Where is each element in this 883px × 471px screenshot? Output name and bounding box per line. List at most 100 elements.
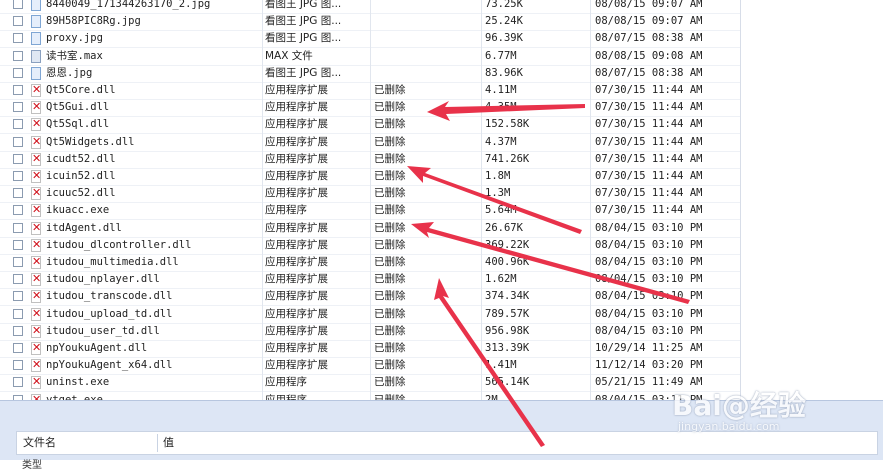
file-size: 26.67K [485,221,523,234]
deleted-file-icon [31,203,41,218]
file-name: ikuacc.exe [46,204,110,217]
file-date: 07/30/15 11:44 AM [595,170,703,182]
row-checkbox[interactable] [13,0,23,9]
file-size: 1.8M [485,170,511,182]
file-status [374,65,478,82]
file-date: 08/08/15 09:07 AM [595,15,703,28]
row-checkbox[interactable] [13,239,23,250]
row-checkbox[interactable] [13,274,23,285]
row-checkbox[interactable] [13,119,23,130]
file-size: 2M [485,393,498,400]
deleted-file-icon [31,169,41,183]
row-checkbox[interactable] [13,67,23,78]
row-checkbox[interactable] [13,308,23,319]
file-status: 已删除 [374,152,406,165]
file-type: 应用程序扩展 [265,101,328,114]
file-type: 应用程序扩展 [265,273,328,286]
row-checkbox[interactable] [13,205,23,216]
file-name: itudou_transcode.dll [46,290,173,303]
image-file-icon [31,15,41,29]
file-date: 08/04/15 03:10 PM [595,256,703,268]
file-date: 08/04/15 03:10 PM [595,307,703,320]
file-type: 应用程序扩展 [265,324,328,337]
details-column-filename[interactable]: 文件名 [23,432,56,454]
header-divider[interactable] [157,434,158,452]
file-type: MAX 文件 [265,49,313,62]
file-date: 08/04/15 03:10 PM [595,221,703,234]
file-size: 25.24K [485,15,523,28]
file-date: 08/04/15 03:10 PM [595,273,703,286]
file-status: 已删除 [374,221,406,234]
row-checkbox[interactable] [13,102,23,113]
row-checkbox[interactable] [13,377,23,388]
row-checkbox[interactable] [13,343,23,353]
file-status: 已删除 [374,256,406,268]
deleted-file-icon [31,272,41,287]
row-checkbox[interactable] [13,85,23,95]
file-type: 应用程序扩展 [265,170,328,182]
file-size: 741.26K [485,152,530,165]
file-name: npYoukuAgent.dll [46,342,148,354]
file-name: uninst.exe [46,376,110,389]
file-date: 07/30/15 11:44 AM [595,187,703,200]
file-status: 已删除 [374,238,406,251]
file-date: 07/30/15 11:44 AM [595,84,703,96]
file-size: 369.22K [485,238,530,251]
row-checkbox[interactable] [13,222,23,233]
file-status: 已删除 [374,273,406,286]
file-type: 应用程序扩展 [265,290,328,303]
row-checkbox[interactable] [13,171,23,181]
file-name: 8440049_171344263170_2.jpg [46,0,211,10]
row-checkbox[interactable] [13,257,23,267]
file-name: 读书室.max [46,49,103,62]
file-size: 1.41M [485,359,517,372]
file-status: 已删除 [374,170,406,182]
row-checkbox[interactable] [13,50,23,61]
file-date: 07/30/15 11:44 AM [595,204,703,217]
details-row-label: 类型 [22,460,42,471]
row-checkbox[interactable] [13,188,23,199]
row-checkbox[interactable] [13,33,23,44]
file-status: 已删除 [374,135,406,148]
deleted-file-icon [31,135,41,149]
file-size: 152.58K [485,118,530,131]
file-type: 应用程序扩展 [265,342,328,354]
row-checkbox[interactable] [13,153,23,164]
file-name: itudou_user_td.dll [46,324,160,337]
deleted-file-icon [31,307,41,321]
file-name: 恩恩.jpg [46,66,93,79]
deleted-file-icon [31,289,41,304]
details-column-value[interactable]: 值 [163,432,174,454]
file-status: 已删除 [374,307,406,320]
file-size: 565.14K [485,376,530,389]
details-panel: 文件名 值 类型 [0,400,883,471]
file-type: 看图王 JPG 图... [265,0,342,10]
file-status: 已删除 [374,324,406,337]
deleted-file-icon [31,117,41,132]
file-size: 1.62M [485,273,517,286]
file-name: icudt52.dll [46,152,116,165]
row-checkbox[interactable] [13,136,23,147]
file-size: 4.37M [485,135,517,148]
file-status: 已删除 [374,84,406,96]
file-name: itudou_nplayer.dll [46,273,160,286]
file-size: 956.98K [485,324,530,337]
file-type: 应用程序扩展 [265,84,328,96]
file-size: 1.3M [485,187,511,200]
file-status: 已删除 [374,290,406,303]
column-divider [590,0,591,400]
file-name: icuin52.dll [46,170,116,182]
row-checkbox[interactable] [13,360,23,371]
image-file-icon [31,0,41,11]
file-name: icuuc52.dll [46,187,116,200]
deleted-file-icon [31,255,41,269]
row-checkbox[interactable] [13,16,23,27]
row-checkbox[interactable] [13,325,23,336]
row-checkbox[interactable] [13,291,23,302]
file-name: itudou_multimedia.dll [46,256,179,268]
file-size: 96.39K [485,32,523,45]
file-type: 应用程序扩展 [265,307,328,320]
file-date: 08/04/15 03:10 PM [595,290,703,303]
file-date: 08/08/15 09:08 AM [595,49,703,62]
file-date: 10/29/14 11:25 AM [595,342,703,354]
